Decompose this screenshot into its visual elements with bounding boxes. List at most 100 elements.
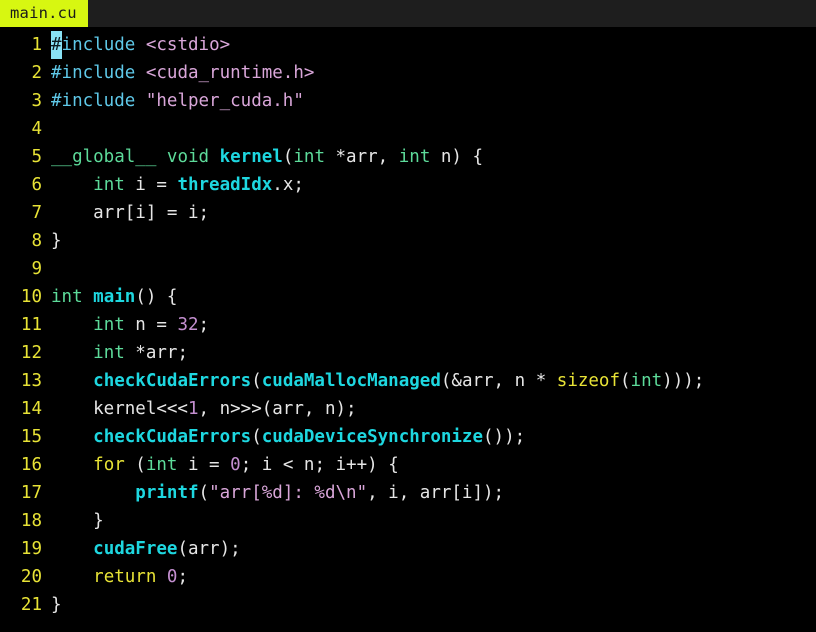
- line-code-text[interactable]: }: [42, 507, 816, 535]
- line-number: 21: [20, 595, 42, 615]
- code-line[interactable]: 19 cudaFree(arr);: [0, 535, 816, 563]
- line-number: 17: [20, 483, 42, 503]
- line-code-text[interactable]: for (int i = 0; i < n; i++) {: [42, 451, 816, 479]
- line-code-text[interactable]: int i = threadIdx.x;: [42, 171, 816, 199]
- code-line[interactable]: 1 #include <cstdio>: [0, 31, 816, 59]
- line-code-text[interactable]: checkCudaErrors(cudaDeviceSynchronize())…: [42, 423, 816, 451]
- code-line[interactable]: 20 return 0;: [0, 563, 816, 591]
- code-line[interactable]: 5 __global__ void kernel(int *arr, int n)…: [0, 143, 816, 171]
- line-code-text[interactable]: [42, 255, 816, 283]
- code-token: }: [51, 231, 62, 251]
- code-token: int: [93, 175, 125, 195]
- code-token: )));: [662, 371, 705, 391]
- code-token: (: [198, 483, 210, 503]
- code-line[interactable]: 12 int *arr;: [0, 339, 816, 367]
- code-token: (: [251, 371, 262, 391]
- code-token: ;: [177, 567, 189, 587]
- code-token: , n>>>(arr, n);: [198, 399, 357, 419]
- line-number: 14: [20, 399, 42, 419]
- line-code-text[interactable]: kernel<<<1, n>>>(arr, n);: [42, 395, 816, 423]
- code-token: .x;: [272, 175, 304, 195]
- line-code-text[interactable]: printf("arr[%d]: %d\n", i, arr[i]);: [42, 479, 816, 507]
- line-number: 10: [20, 287, 42, 307]
- code-line[interactable]: 17 printf("arr[%d]: %d\n", i, arr[i]);: [0, 479, 816, 507]
- code-token: kernel: [219, 147, 283, 167]
- line-number: 4: [31, 119, 42, 139]
- code-token: threadIdx: [177, 175, 273, 195]
- code-token: (: [251, 427, 262, 447]
- code-line[interactable]: 6 int i = threadIdx.x;: [0, 171, 816, 199]
- line-code-text[interactable]: }: [42, 227, 816, 255]
- code-token: void: [166, 147, 210, 167]
- line-number: 7: [31, 203, 42, 223]
- line-number: 13: [20, 371, 42, 391]
- code-line[interactable]: 7 arr[i] = i;: [0, 199, 816, 227]
- code-token: checkCudaErrors: [93, 427, 252, 447]
- code-token: #include: [51, 63, 136, 83]
- code-line[interactable]: 3 #include "helper_cuda.h": [0, 87, 816, 115]
- code-token: __global__: [51, 147, 157, 167]
- line-number: 15: [20, 427, 42, 447]
- line-code-text[interactable]: __global__ void kernel(int *arr, int n) …: [42, 143, 816, 171]
- code-line[interactable]: 16 for (int i = 0; i < n; i++) {: [0, 451, 816, 479]
- code-token: for: [93, 455, 125, 475]
- code-editor-content[interactable]: 1 #include <cstdio> 2 #include <cuda_runtim…: [0, 28, 816, 632]
- line-code-text[interactable]: int *arr;: [42, 339, 816, 367]
- code-line[interactable]: 2 #include <cuda_runtime.h>: [0, 59, 816, 87]
- code-token: (: [124, 455, 146, 475]
- code-token: ());: [483, 427, 526, 447]
- code-line[interactable]: 8}: [0, 227, 816, 255]
- code-line[interactable]: 10 int main() {: [0, 283, 816, 311]
- code-token: <cstdio>: [145, 35, 231, 55]
- line-code-text[interactable]: }: [42, 591, 816, 619]
- line-code-text[interactable]: checkCudaErrors(cudaMallocManaged(&arr, …: [42, 367, 816, 395]
- code-token: main: [93, 287, 136, 307]
- code-line[interactable]: 11 int n = 32;: [0, 311, 816, 339]
- code-line[interactable]: 21}: [0, 591, 816, 619]
- code-token: 0: [166, 567, 178, 587]
- code-token: kernel<<<: [51, 399, 188, 419]
- line-code-text[interactable]: #include <cuda_runtime.h>: [42, 59, 816, 87]
- line-code-text[interactable]: cudaFree(arr);: [42, 535, 816, 563]
- code-line[interactable]: 13 checkCudaErrors(cudaMallocManaged(&ar…: [0, 367, 816, 395]
- code-line[interactable]: 9: [0, 255, 816, 283]
- code-token: int: [51, 287, 83, 307]
- editor-tab-bar: main.cu: [0, 0, 816, 28]
- line-code-text[interactable]: int main() {: [42, 283, 816, 311]
- line-code-text[interactable]: return 0;: [42, 563, 816, 591]
- code-token: int: [93, 343, 125, 363]
- line-number: 19: [20, 539, 42, 559]
- code-line[interactable]: 14 kernel<<<1, n>>>(arr, n);: [0, 395, 816, 423]
- line-number: 1: [31, 35, 42, 55]
- code-token: 1: [187, 399, 199, 419]
- code-line[interactable]: 4: [0, 115, 816, 143]
- code-token: (: [282, 147, 294, 167]
- line-code-text[interactable]: [42, 115, 816, 143]
- code-token: <cuda_runtime.h>: [145, 63, 315, 83]
- code-line[interactable]: 18 }: [0, 507, 816, 535]
- code-line[interactable]: 15 checkCudaErrors(cudaDeviceSynchronize…: [0, 423, 816, 451]
- line-code-text[interactable]: int n = 32;: [42, 311, 816, 339]
- code-token: cudaMallocManaged: [261, 371, 441, 391]
- line-number: 20: [20, 567, 42, 587]
- line-code-text[interactable]: arr[i] = i;: [42, 199, 816, 227]
- line-number: 6: [31, 175, 42, 195]
- line-code-text[interactable]: #include "helper_cuda.h": [42, 87, 816, 115]
- code-token: return: [93, 567, 157, 587]
- code-token: *arr;: [124, 343, 188, 363]
- code-token: i =: [177, 455, 231, 475]
- code-token: n) {: [430, 147, 484, 167]
- code-token: () {: [135, 287, 178, 307]
- code-token: ; i < n; i++) {: [240, 455, 399, 475]
- line-number: 8: [31, 231, 42, 251]
- code-token: , i, arr[i]);: [367, 483, 505, 503]
- line-code-text[interactable]: #include <cstdio>: [42, 31, 816, 59]
- tab-main-cu[interactable]: main.cu: [0, 0, 88, 27]
